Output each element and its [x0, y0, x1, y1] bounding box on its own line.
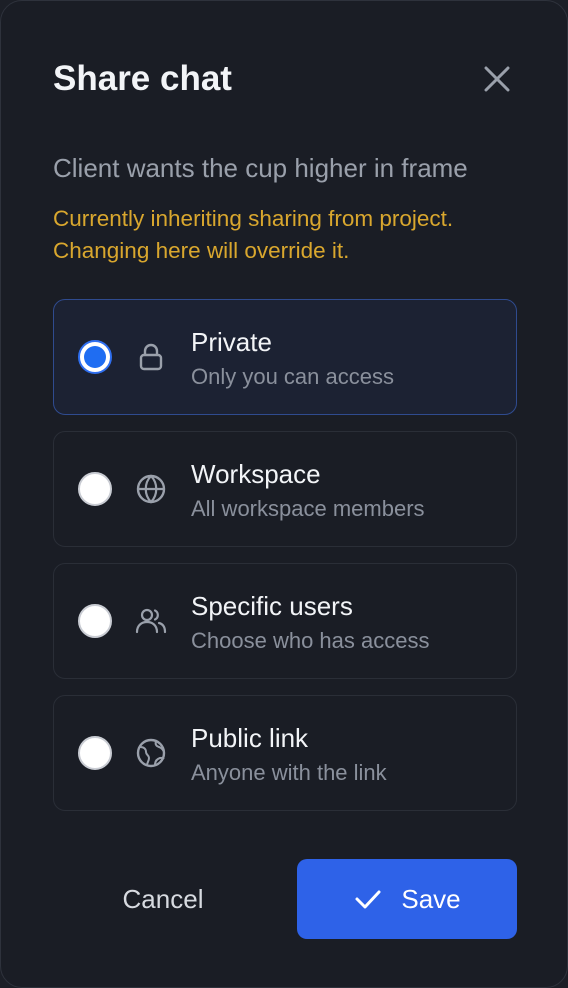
option-title: Specific users	[191, 591, 353, 621]
globe-icon	[136, 474, 166, 504]
close-button[interactable]	[479, 61, 515, 97]
chat-name: Client wants the cup higher in frame	[53, 153, 468, 183]
option-public-link[interactable]: Public link Anyone with the link	[53, 695, 517, 811]
option-workspace[interactable]: Workspace All workspace members	[53, 431, 517, 547]
option-subtitle: Anyone with the link	[191, 760, 387, 785]
radio-private[interactable]	[78, 340, 112, 374]
world-icon	[136, 738, 166, 768]
option-subtitle: All workspace members	[191, 496, 425, 521]
radio-specific-users[interactable]	[78, 604, 112, 638]
save-button[interactable]: Save	[297, 859, 517, 939]
cancel-button[interactable]: Cancel	[93, 859, 233, 939]
option-subtitle: Only you can access	[191, 364, 394, 389]
check-icon	[355, 890, 381, 909]
warning-line-1: Currently inheriting sharing from projec…	[53, 206, 454, 231]
radio-public-link[interactable]	[78, 736, 112, 770]
option-title: Public link	[191, 723, 309, 753]
share-chat-dialog: Share chat Client wants the cup higher i…	[0, 0, 568, 988]
option-subtitle: Choose who has access	[191, 628, 430, 653]
close-icon	[484, 66, 510, 92]
option-private[interactable]: Private Only you can access	[53, 299, 517, 415]
save-label: Save	[401, 883, 461, 914]
radio-workspace[interactable]	[78, 472, 112, 506]
option-title: Workspace	[191, 459, 321, 489]
option-specific-users[interactable]: Specific users Choose who has access	[53, 563, 517, 679]
lock-icon	[139, 343, 163, 371]
dialog-title: Share chat	[53, 59, 232, 98]
option-title: Private	[191, 327, 272, 357]
users-icon	[135, 608, 167, 634]
inherit-warning: Currently inheriting sharing from projec…	[53, 203, 533, 267]
warning-line-2: Changing here will override it.	[53, 238, 350, 263]
